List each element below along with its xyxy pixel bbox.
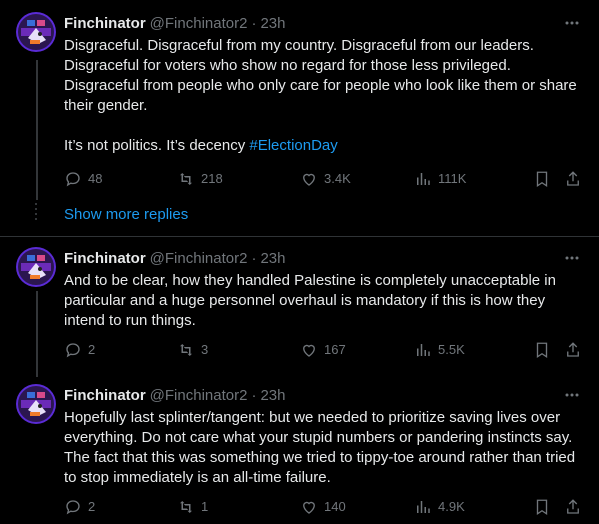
reply-icon <box>66 500 80 515</box>
tweet-text: Hopefully last splinter/tangent: but we … <box>64 408 584 488</box>
share-button[interactable] <box>564 340 582 360</box>
tweet-3[interactable]: Finchinator @Finchinator2 · 23h Hopefull… <box>0 384 599 518</box>
thread-connector-line <box>36 291 38 377</box>
views-chart-icon <box>417 173 430 185</box>
repost-button[interactable]: 218 <box>177 169 223 189</box>
repost-count: 1 <box>201 499 209 514</box>
user-handle[interactable]: @Finchinator2 <box>150 15 248 32</box>
share-icon <box>567 342 579 357</box>
tweet-header: Finchinator @Finchinator2 · 23h <box>64 12 285 34</box>
reply-count: 2 <box>88 499 96 514</box>
repost-count: 218 <box>201 171 223 186</box>
like-button[interactable]: 167 <box>300 340 346 360</box>
avatar[interactable] <box>16 247 56 287</box>
timestamp[interactable]: 23h <box>260 15 285 32</box>
heart-icon <box>303 173 315 186</box>
tweet-actions: 2 1 140 4.9K <box>64 497 584 517</box>
like-count: 140 <box>324 499 346 514</box>
tweet-text: Disgraceful. Disgraceful from my country… <box>64 36 584 156</box>
like-button[interactable]: 3.4K <box>300 169 351 189</box>
bookmark-icon <box>536 499 548 516</box>
more-horizontal-icon <box>565 21 579 25</box>
tweet-actions: 2 3 167 5.5K <box>64 340 584 360</box>
repost-button[interactable]: 1 <box>177 497 208 517</box>
divider <box>0 236 599 237</box>
view-count: 111K <box>438 171 467 186</box>
views-chart-icon <box>417 501 430 513</box>
tweet-header: Finchinator @Finchinator2 · 23h <box>64 384 285 406</box>
repost-icon <box>180 344 192 356</box>
timestamp[interactable]: 23h <box>260 250 285 267</box>
bookmark-icon <box>536 171 548 188</box>
avatar[interactable] <box>16 384 56 424</box>
user-handle[interactable]: @Finchinator2 <box>150 387 248 404</box>
repost-button[interactable]: 3 <box>177 340 208 360</box>
reply-button[interactable]: 2 <box>64 497 95 517</box>
more-horizontal-icon <box>565 393 579 397</box>
views-button[interactable]: 4.9K <box>414 497 465 517</box>
reply-button[interactable]: 48 <box>64 169 102 189</box>
views-button[interactable]: 111K <box>414 169 466 189</box>
more-options-button[interactable] <box>563 386 581 404</box>
repost-count: 3 <box>201 342 209 357</box>
bookmark-button[interactable] <box>533 340 551 360</box>
hashtag-link[interactable]: #ElectionDay <box>249 137 337 154</box>
like-count: 3.4K <box>324 171 351 186</box>
timestamp[interactable]: 23h <box>260 387 285 404</box>
repost-icon <box>180 173 192 185</box>
tweet-header: Finchinator @Finchinator2 · 23h <box>64 247 285 269</box>
views-chart-icon <box>417 344 430 356</box>
display-name[interactable]: Finchinator <box>64 15 146 32</box>
tweet-2[interactable]: Finchinator @Finchinator2 · 23h And to b… <box>0 247 599 377</box>
share-button[interactable] <box>564 169 582 189</box>
user-handle[interactable]: @Finchinator2 <box>150 250 248 267</box>
tweet-1[interactable]: Finchinator @Finchinator2 · 23h Disgrace… <box>0 12 599 202</box>
display-name[interactable]: Finchinator <box>64 250 146 267</box>
reply-icon <box>66 343 80 358</box>
separator-dot: · <box>251 14 257 32</box>
bookmark-button[interactable] <box>533 497 551 517</box>
tweet-paragraph: And to be clear, how they handled Palest… <box>64 272 556 329</box>
tweet-actions: 48 218 3.4K 111K <box>64 169 584 189</box>
bookmark-button[interactable] <box>533 169 551 189</box>
reply-count: 2 <box>88 342 96 357</box>
share-icon <box>567 171 579 186</box>
like-count: 167 <box>324 342 346 357</box>
show-more-replies-link[interactable]: Show more replies <box>64 206 188 223</box>
avatar[interactable] <box>16 12 56 52</box>
more-horizontal-icon <box>565 256 579 260</box>
separator-dot: · <box>251 386 257 404</box>
display-name[interactable]: Finchinator <box>64 387 146 404</box>
reply-button[interactable]: 2 <box>64 340 95 360</box>
more-options-button[interactable] <box>563 249 581 267</box>
like-button[interactable]: 140 <box>300 497 346 517</box>
share-button[interactable] <box>564 497 582 517</box>
view-count: 5.5K <box>438 342 465 357</box>
tweet-paragraph: It’s not politics. It’s decency #Electio… <box>64 136 584 156</box>
tweet-last-line: It’s not politics. It’s decency <box>64 137 250 154</box>
tweet-paragraph: Disgraceful. Disgraceful from my country… <box>64 37 577 114</box>
bookmark-icon <box>536 342 548 359</box>
repost-icon <box>180 501 192 513</box>
view-count: 4.9K <box>438 499 465 514</box>
more-options-button[interactable] <box>563 14 581 32</box>
tweet-paragraph: Hopefully last splinter/tangent: but we … <box>64 409 576 486</box>
share-icon <box>567 499 579 514</box>
tweet-text: And to be clear, how they handled Palest… <box>64 271 584 331</box>
thread-dotted-connector <box>35 203 38 223</box>
separator-dot: · <box>251 249 257 267</box>
heart-icon <box>303 344 315 357</box>
reply-icon <box>66 172 80 187</box>
heart-icon <box>303 501 315 514</box>
views-button[interactable]: 5.5K <box>414 340 465 360</box>
reply-count: 48 <box>88 171 103 186</box>
